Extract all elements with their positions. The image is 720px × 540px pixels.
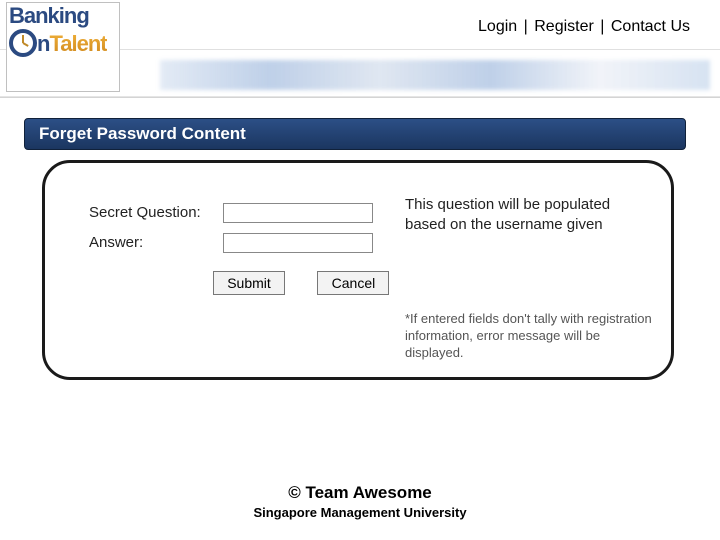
footer-copyright: © Team Awesome (0, 483, 720, 503)
secret-question-row: Secret Question: (89, 203, 373, 223)
logo-n: n (37, 31, 49, 56)
separator: | (594, 18, 611, 35)
divider (0, 96, 720, 98)
logo-word1: Banking (9, 5, 117, 27)
answer-label: Answer: (89, 234, 219, 251)
logo-talent: Talent (49, 31, 106, 56)
secret-question-label: Secret Question: (89, 204, 219, 221)
nav-placeholder (160, 60, 710, 90)
footer-org: Singapore Management University (0, 505, 720, 520)
contact-link[interactable]: Contact Us (611, 18, 690, 35)
top-links: Login | Register | Contact Us (478, 18, 690, 36)
panel-title: Forget Password Content (24, 118, 686, 150)
register-link[interactable]: Register (534, 18, 594, 35)
clock-icon (9, 29, 37, 57)
secret-question-input[interactable] (223, 203, 373, 223)
submit-button[interactable]: Submit (213, 271, 285, 295)
panel-body: Secret Question: Answer: Submit Cancel T… (42, 160, 674, 380)
answer-row: Answer: (89, 233, 373, 253)
footer: © Team Awesome Singapore Management Univ… (0, 483, 720, 520)
cancel-button[interactable]: Cancel (317, 271, 389, 295)
button-row: Submit Cancel (213, 271, 417, 295)
populate-note: This question will be populated based on… (405, 195, 635, 234)
separator: | (517, 18, 534, 35)
error-note: *If entered fields don't tally with regi… (405, 311, 655, 362)
login-link[interactable]: Login (478, 18, 517, 35)
brand-logo: Banking nTalent (6, 2, 120, 92)
answer-input[interactable] (223, 233, 373, 253)
